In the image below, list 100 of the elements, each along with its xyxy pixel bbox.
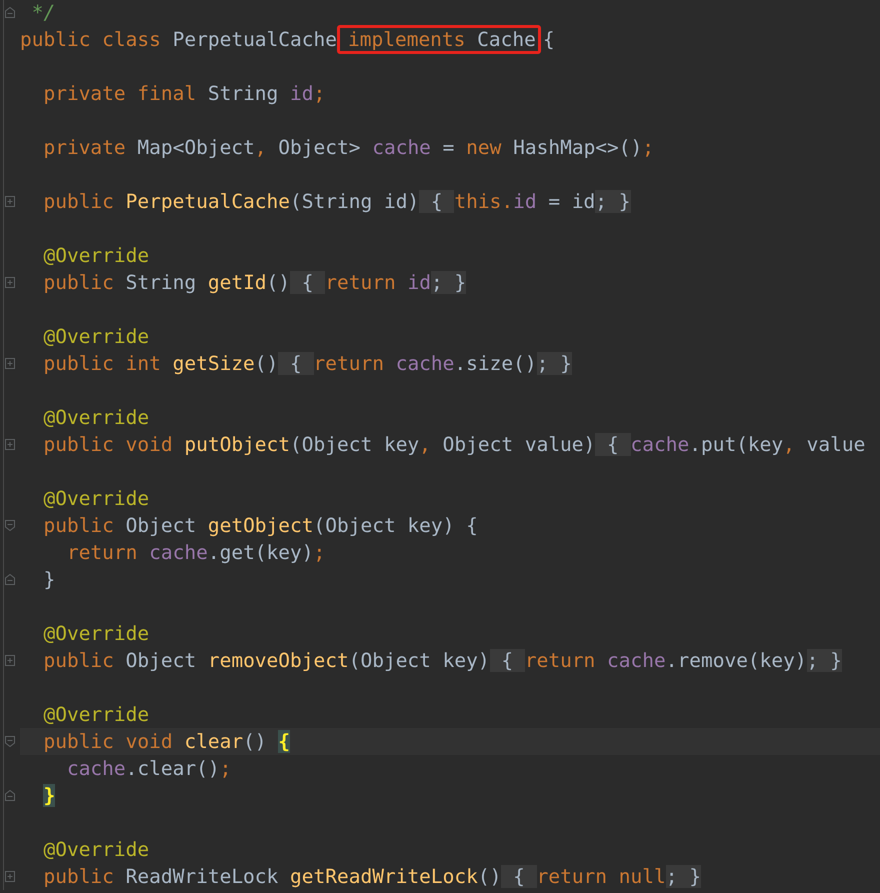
keyword: public int	[43, 352, 162, 375]
field-name: cache	[66, 757, 126, 780]
code-text: (String id)	[290, 190, 420, 213]
code-text: String	[126, 271, 198, 294]
method-name: PerpetualCache	[126, 190, 290, 213]
method-name: getObject	[208, 514, 314, 537]
field-name: cache	[396, 352, 454, 375]
keyword: return	[314, 352, 385, 375]
folded-code-marker[interactable]: ; }	[806, 649, 842, 672]
code-text: .put(key	[689, 433, 784, 456]
code-text: value	[806, 433, 866, 456]
code-text: Object	[126, 514, 198, 537]
annotation: @Override	[43, 703, 150, 726]
code-text: ()	[243, 730, 268, 753]
folded-code-marker[interactable]: {	[595, 433, 631, 456]
folded-code-marker[interactable]: {	[501, 865, 537, 888]
keyword: ,	[254, 136, 267, 159]
field-name: id	[407, 271, 431, 294]
field-name: id	[513, 190, 537, 213]
keyword: public class	[20, 28, 162, 51]
fold-end-icon[interactable]	[4, 6, 16, 19]
keyword: ;	[642, 136, 654, 159]
code-text: .size()	[454, 352, 537, 375]
folded-code-marker[interactable]: {	[290, 271, 326, 294]
keyword: ;	[314, 541, 326, 564]
field-name: cache	[149, 541, 208, 564]
method-name: putObject	[184, 433, 290, 456]
field-name: id	[290, 82, 314, 105]
code-text: .remove(key)	[666, 649, 807, 672]
keyword: private final	[43, 82, 198, 105]
folded-code-marker[interactable]: ; }	[666, 865, 701, 888]
keyword: ;	[314, 82, 326, 105]
code-text: {	[542, 28, 555, 51]
keyword: ,	[419, 433, 431, 456]
field-name: cache	[607, 649, 666, 672]
keyword: ;	[220, 757, 232, 780]
folded-code-marker[interactable]: {	[490, 649, 525, 672]
method-name: getId	[208, 271, 267, 294]
code-text: (Object key) {	[314, 514, 478, 537]
field-name: cache	[630, 433, 690, 456]
annotation: @Override	[43, 244, 150, 267]
keyword: this.	[454, 190, 514, 213]
method-name: removeObject	[208, 649, 349, 672]
matched-brace: {	[278, 730, 290, 753]
annotation: @Override	[43, 622, 150, 645]
keyword: public	[43, 865, 115, 888]
method-name: getSize	[172, 352, 255, 375]
fold-end-icon[interactable]	[4, 573, 16, 586]
code-text: HashMap<>()	[513, 136, 642, 159]
matched-brace: }	[43, 784, 56, 807]
code-text: Object value)	[442, 433, 596, 456]
keyword: implements	[348, 28, 466, 51]
code-text: ()	[254, 352, 278, 375]
keyword: return	[66, 541, 138, 564]
folded-code-marker[interactable]: {	[419, 190, 454, 213]
code-text: Map<Object	[137, 136, 255, 159]
fold-collapsed-icon[interactable]	[4, 654, 16, 667]
fold-collapsed-icon[interactable]	[4, 357, 16, 370]
keyword: public	[43, 649, 115, 672]
method-name: clear	[184, 730, 244, 753]
code-text: .get(key)	[208, 541, 314, 564]
keyword: public void	[43, 433, 174, 456]
folded-code-marker[interactable]: ; }	[595, 190, 631, 213]
annotation: @Override	[43, 487, 150, 510]
fold-collapsed-icon[interactable]	[4, 195, 16, 208]
keyword: return	[524, 649, 596, 672]
keyword: public	[43, 514, 115, 537]
keyword: public void	[43, 730, 174, 753]
keyword: return null	[536, 865, 666, 888]
annotation: @Override	[43, 325, 150, 348]
keyword: private	[43, 136, 127, 159]
fold-collapsed-icon[interactable]	[4, 276, 16, 289]
code-text: (Object key	[290, 433, 420, 456]
annotation: @Override	[43, 838, 150, 861]
keyword: public	[43, 271, 115, 294]
code-text: }	[43, 568, 56, 591]
folded-code-marker[interactable]: {	[278, 352, 314, 375]
fold-start-icon[interactable]	[4, 735, 16, 748]
code-text: .clear()	[126, 757, 220, 780]
annotation: @Override	[43, 406, 150, 429]
code-text: ()	[266, 271, 290, 294]
fold-collapsed-icon[interactable]	[4, 870, 16, 883]
method-name: getReadWriteLock	[290, 865, 478, 888]
field-name: cache	[372, 136, 431, 159]
code-text: Cache	[477, 28, 536, 51]
comment: */	[32, 1, 56, 24]
keyword: return	[325, 271, 397, 294]
fold-end-icon[interactable]	[4, 789, 16, 802]
keyword: ,	[783, 433, 795, 456]
code-text: ()	[478, 865, 502, 888]
code-text: = id	[547, 190, 596, 213]
code-text: String	[208, 82, 280, 105]
folded-code-marker[interactable]: ; }	[536, 352, 572, 375]
code-text: (Object key)	[348, 649, 490, 672]
code-text: Object>	[277, 136, 362, 159]
folded-code-marker[interactable]: ; }	[430, 271, 466, 294]
code-text: ReadWriteLock	[126, 865, 280, 888]
fold-start-icon[interactable]	[4, 519, 16, 532]
code-text: =	[442, 136, 456, 159]
fold-collapsed-icon[interactable]	[4, 438, 16, 451]
